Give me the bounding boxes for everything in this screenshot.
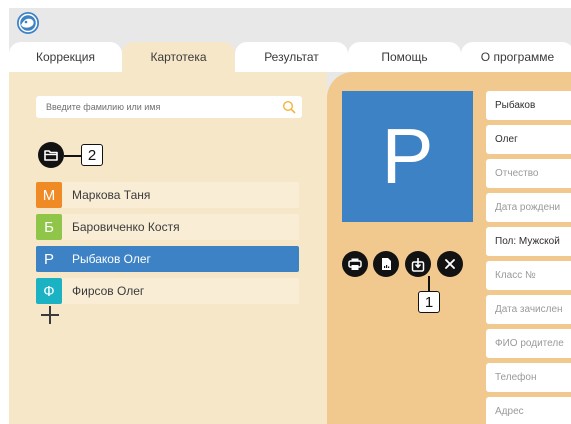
class-field[interactable]: Класс № [486,261,571,290]
student-row[interactable]: М Маркова Таня [36,182,299,208]
app-window: Коррекция Картотека Результат Помощь О п… [9,8,571,424]
close-button[interactable] [437,251,463,277]
gender-select[interactable]: Пол: Мужской [486,227,571,256]
student-name: Баровиченко Костя [72,220,180,234]
student-initial-badge: Ф [36,278,62,304]
student-card-panel: Р 1 Рыбаков Олег Отчество Дата рождени П… [327,72,571,424]
folder-icon [44,150,58,161]
student-initial-badge: Р [36,246,62,272]
callout-connector [428,276,430,291]
enrollment-date-field[interactable]: Дата зачислен [486,295,571,324]
tab-bar: Коррекция Картотека Результат Помощь О п… [9,42,571,72]
search-icon[interactable] [282,100,296,114]
avatar: Р [342,91,473,222]
export-icon [411,257,425,272]
app-logo-icon [17,12,39,34]
student-row[interactable]: Б Баровиченко Костя [36,214,299,240]
student-row-selected[interactable]: Р Рыбаков Олег [36,246,299,272]
document-button[interactable] [373,251,399,277]
student-list-panel: 2 М Маркова Таня Б Баровиченко Костя Р Р… [9,72,327,424]
close-icon [445,259,455,269]
tab-correction[interactable]: Коррекция [9,42,122,72]
print-button[interactable] [342,251,368,277]
export-button[interactable] [405,251,431,277]
open-folder-button[interactable] [38,142,64,168]
patronymic-field[interactable]: Отчество [486,159,571,188]
student-name: Маркова Таня [72,188,151,202]
student-initial-badge: М [36,182,62,208]
callout-label-2: 2 [81,144,103,166]
search-box [36,96,302,118]
phone-field[interactable]: Телефон [486,363,571,392]
birthdate-field[interactable]: Дата рождени [486,193,571,222]
print-icon [348,258,362,270]
student-name: Фирсов Олег [72,284,145,298]
callout-connector [64,155,81,157]
student-name: Рыбаков Олег [72,252,151,266]
first-name-field[interactable]: Олег [486,125,571,154]
tab-about[interactable]: О программе [461,42,571,72]
student-row[interactable]: Ф Фирсов Олег [36,278,299,304]
parent-name-field[interactable]: ФИО родителе [486,329,571,358]
search-input[interactable] [46,96,276,118]
student-initial-badge: Б [36,214,62,240]
tab-card-file[interactable]: Картотека [122,42,235,72]
address-field[interactable]: Адрес [486,397,571,424]
tab-help[interactable]: Помощь [348,42,461,72]
callout-label-1: 1 [418,291,440,313]
add-student-plus-icon[interactable] [39,304,61,326]
last-name-field[interactable]: Рыбаков [486,91,571,120]
tab-result[interactable]: Результат [235,42,348,72]
document-icon [381,258,391,270]
